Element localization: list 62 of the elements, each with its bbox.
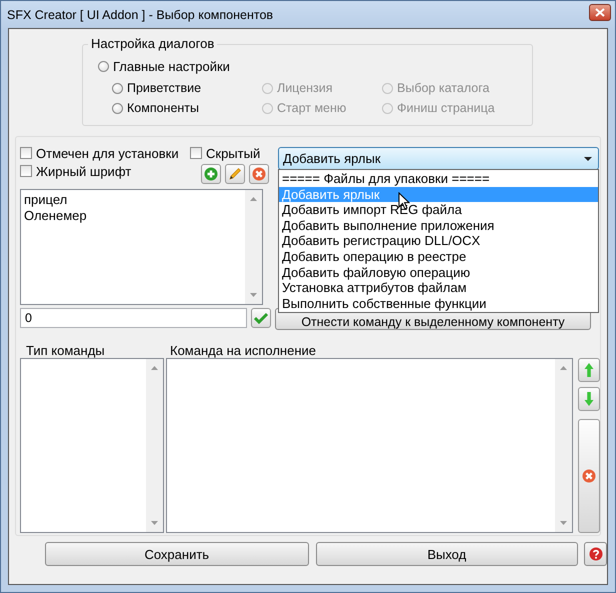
- delete-icon: [582, 469, 596, 483]
- checkbox-label: Жирный шрифт: [36, 164, 132, 178]
- edit-button[interactable]: [225, 164, 245, 184]
- command-type-label: Тип команды: [25, 342, 106, 358]
- apply-button[interactable]: [251, 308, 271, 328]
- dropdown-option[interactable]: Установка аттрибутов файлам: [279, 280, 598, 296]
- radio-label: Финиш страница: [397, 101, 495, 115]
- move-down-button[interactable]: [578, 387, 600, 411]
- command-type-box[interactable]: [20, 358, 164, 533]
- radio-button[interactable]: [112, 102, 123, 114]
- delete-icon: [252, 167, 266, 181]
- dropdown-option[interactable]: ===== Файлы для упаковки =====: [279, 171, 598, 187]
- scroll-down-icon[interactable]: [250, 293, 257, 297]
- command-label: Команда на исполнение: [170, 342, 316, 358]
- caret-icon: [584, 156, 592, 160]
- delete-button[interactable]: [249, 164, 269, 184]
- scroll-up-icon[interactable]: [560, 366, 567, 370]
- list-item[interactable]: прицел: [24, 192, 242, 208]
- window-title: SFX Creator [ UI Addon ] - Выбор компонентов: [7, 8, 274, 22]
- radio-button[interactable]: [98, 60, 109, 72]
- radio-label: Лицензия: [277, 81, 333, 95]
- scrollbar[interactable]: [245, 190, 262, 304]
- arrow-down-icon: [584, 391, 594, 407]
- scroll-down-icon[interactable]: [560, 521, 567, 525]
- checkbox[interactable]: [190, 147, 202, 159]
- dropdown-option[interactable]: Добавить файловую операцию: [279, 264, 598, 280]
- checkbox-label: Отмечен для установки: [36, 146, 179, 160]
- scroll-down-icon[interactable]: [150, 521, 158, 525]
- radio-label: Компоненты: [127, 101, 200, 115]
- add-button[interactable]: [201, 164, 221, 184]
- checkbox-label: Скрытый: [206, 146, 260, 160]
- group-title: Настройка диалогов: [88, 36, 218, 51]
- plus-icon: [204, 167, 218, 181]
- close-button[interactable]: [589, 4, 611, 21]
- scroll-up-icon[interactable]: [250, 197, 257, 201]
- radio-label: Старт меню: [277, 101, 346, 115]
- scroll-up-icon[interactable]: [150, 366, 158, 370]
- help-button[interactable]: [584, 542, 607, 566]
- pencil-icon: [228, 167, 242, 181]
- radio-label: Главные настройки: [113, 58, 230, 74]
- radio-button[interactable]: [112, 82, 123, 94]
- checkbox[interactable]: [20, 147, 32, 159]
- arrow-up-icon: [584, 362, 594, 378]
- move-up-button[interactable]: [578, 358, 600, 382]
- list-item[interactable]: Оленемер: [24, 208, 242, 224]
- scrollbar[interactable]: [555, 359, 572, 532]
- dropdown-option[interactable]: Добавить выполнение приложения: [279, 218, 598, 234]
- number-field[interactable]: 0: [20, 308, 247, 328]
- dropdown-option[interactable]: Добавить импорт REG файла: [279, 202, 598, 218]
- dropdown-option[interactable]: Добавить регистрацию DLL/OCX: [279, 233, 598, 249]
- radio-label: Выбор каталога: [397, 81, 490, 95]
- save-button[interactable]: Сохранить: [45, 542, 309, 566]
- exit-button[interactable]: Выход: [316, 542, 578, 566]
- checkbox[interactable]: [20, 165, 32, 177]
- radio-label: Приветствие: [127, 81, 202, 95]
- dropdown-option[interactable]: Добавить операцию в реестре: [279, 248, 598, 265]
- close-icon: [595, 8, 605, 17]
- scrollbar[interactable]: [146, 359, 163, 532]
- command-dropdown[interactable]: Добавить ярлык: [278, 147, 599, 170]
- remove-command-button[interactable]: [578, 419, 600, 533]
- checkmark-icon: [254, 312, 268, 324]
- help-icon: [588, 547, 603, 561]
